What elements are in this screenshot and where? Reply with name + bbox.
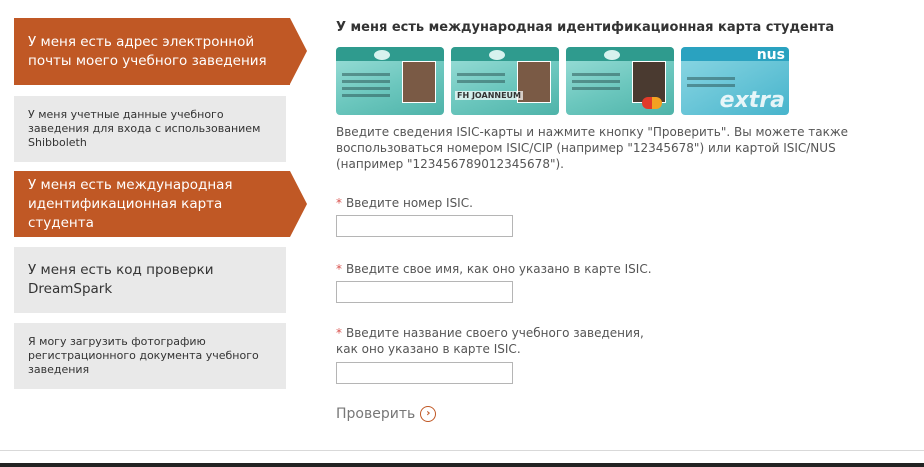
school-name-input[interactable]: [336, 362, 513, 384]
sidebar-item-shibboleth[interactable]: У меня учетные данные учебного заведения…: [14, 96, 286, 162]
instructions-text: Введите сведения ISIC-карты и нажмите кн…: [336, 125, 849, 171]
arrow-right-icon: ›: [420, 406, 437, 422]
sidebar-item-dreamspark[interactable]: У меня есть код проверки DreamSpark: [14, 247, 286, 313]
required-mark: *: [336, 326, 342, 340]
sidebar-item-isic[interactable]: У меня есть международная идентификацион…: [14, 171, 307, 237]
sidebar-item-upload-document[interactable]: Я могу загрузить фотографию регистрацион…: [14, 323, 286, 389]
required-mark: *: [336, 262, 342, 276]
isic-card-image: [336, 47, 444, 115]
bottom-bar: [0, 463, 924, 467]
sidebar-item-label: У меня учетные данные учебного заведения…: [28, 108, 261, 149]
mastercard-icon: [642, 97, 662, 109]
name-input[interactable]: [336, 281, 513, 303]
card-watermark: extra: [719, 88, 785, 113]
sidebar-item-label: У меня есть международная идентификацион…: [28, 176, 233, 231]
required-mark: *: [336, 196, 342, 210]
page-title: У меня есть международная идентификацион…: [336, 20, 835, 35]
isic-number-label: * Введите номер ISIC.: [336, 196, 473, 210]
verify-button[interactable]: Проверить ›: [336, 406, 437, 422]
isic-card-gallery: FH JOANNEUM nus extra: [336, 47, 796, 115]
isic-card-image: nus extra: [681, 47, 789, 115]
verify-button-label: Проверить: [336, 406, 416, 422]
card-nus-logo: nus: [756, 47, 785, 63]
isic-number-input[interactable]: [336, 215, 513, 237]
sidebar-item-label: У меня есть адрес электронной почты моег…: [28, 33, 267, 69]
divider: [0, 450, 924, 451]
name-label: * Введите свое имя, как оно указано в кар…: [336, 262, 652, 276]
sidebar-item-label: Я могу загрузить фотографию регистрацион…: [28, 335, 259, 376]
sidebar-item-label: У меня есть код проверки DreamSpark: [28, 262, 214, 297]
school-name-label: * Введите название своего учебного заведе…: [336, 326, 644, 356]
card-brand-text: FH JOANNEUM: [455, 91, 524, 100]
isic-card-image: FH JOANNEUM: [451, 47, 559, 115]
sidebar-item-email[interactable]: У меня есть адрес электронной почты моег…: [14, 18, 307, 85]
isic-card-image: [566, 47, 674, 115]
